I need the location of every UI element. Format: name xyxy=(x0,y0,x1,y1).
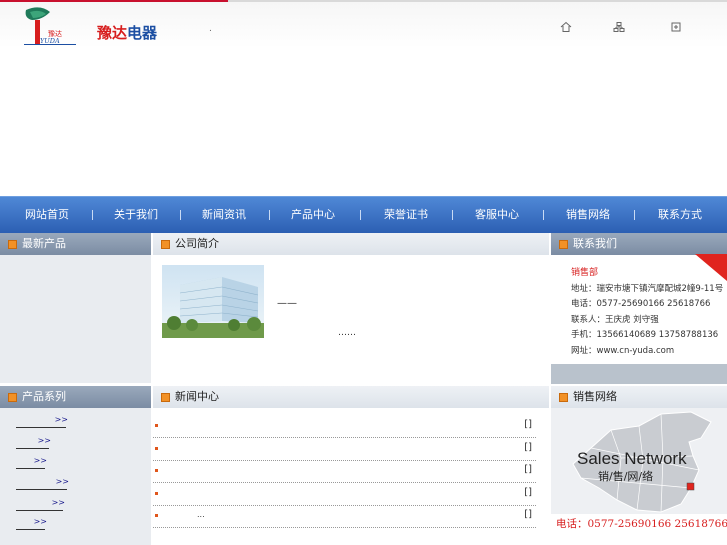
product-link-arrow: >> xyxy=(37,436,51,445)
nav-item-4[interactable]: 荣誉证书 xyxy=(366,197,446,233)
news-row[interactable]: [] xyxy=(153,460,536,483)
home-icon[interactable] xyxy=(560,21,572,33)
bullet-icon xyxy=(8,240,17,249)
contact-info: 销售部 地址：瑞安市塘下镇汽摩配城2幢9-11号 电话：0577-2569016… xyxy=(571,266,727,359)
product-link-arrow: >> xyxy=(51,498,65,507)
product-link-arrow: >> xyxy=(33,456,47,465)
nav-item-7[interactable]: 联系方式 xyxy=(640,197,720,233)
news-bullet-icon xyxy=(155,424,158,427)
product-link-arrow: >> xyxy=(55,477,69,486)
map-title-en: Sales Network xyxy=(577,449,687,468)
contact-us-header: 联系我们 xyxy=(551,233,727,255)
product-series-link[interactable]: >> xyxy=(16,436,51,449)
news-date: [] xyxy=(524,464,532,475)
product-series-link[interactable]: >> xyxy=(16,498,65,511)
contact-address: 地址：瑞安市塘下镇汽摩配城2幢9-11号 xyxy=(571,283,724,294)
latest-products-header: 最新产品 xyxy=(0,233,151,255)
intro-dash: —— xyxy=(277,298,297,309)
nav-item-6[interactable]: 销售网络 xyxy=(548,197,628,233)
product-series-link[interactable]: >> xyxy=(16,415,68,428)
contact-mobile: 手机：13566140689 13758788136 xyxy=(571,330,719,340)
news-row[interactable]: [] xyxy=(153,438,536,461)
favorite-icon[interactable] xyxy=(670,21,682,33)
product-link-arrow: >> xyxy=(33,517,47,526)
bullet-icon xyxy=(161,240,170,249)
nav-separator xyxy=(92,210,93,220)
intro-more[interactable]: …… xyxy=(338,328,356,338)
bullet-icon xyxy=(559,240,568,249)
brand-name: 豫达电器 xyxy=(97,24,158,42)
news-bullet-icon xyxy=(155,446,158,450)
nav-separator xyxy=(180,210,181,220)
sales-network-header: 销售网络 xyxy=(551,386,727,408)
logo[interactable]: 豫达 YUDA xyxy=(18,6,80,48)
map-title-cn: 销/售/网/络 xyxy=(598,470,654,483)
contact-phone: 电话：0577-25690166 25618766 xyxy=(571,299,711,309)
nav-separator xyxy=(269,210,270,220)
company-intro-header: 公司简介 xyxy=(153,233,549,255)
header: 豫达 YUDA 豫达电器 . xyxy=(0,2,727,48)
news-row[interactable]: [] xyxy=(153,483,536,506)
news-bullet-icon xyxy=(155,514,158,517)
nav-item-2[interactable]: 新闻资讯 xyxy=(184,197,264,233)
product-series-link[interactable]: >> xyxy=(16,456,47,469)
sitemap-icon[interactable] xyxy=(613,21,625,33)
news-date: [] xyxy=(524,419,532,430)
product-series-link[interactable]: >> xyxy=(16,477,69,490)
nav-separator xyxy=(452,210,453,220)
news-date: [] xyxy=(524,509,532,520)
bottom-phone: 电话：0577-25690166 25618766 xyxy=(556,518,727,530)
nav-separator xyxy=(360,210,361,220)
nav-separator xyxy=(634,210,635,220)
product-series-link[interactable]: >> xyxy=(16,517,47,530)
nav-item-0[interactable]: 网站首页 xyxy=(7,197,87,233)
bullet-icon xyxy=(161,393,170,402)
news-date: [] xyxy=(524,441,532,453)
contact-site[interactable]: 网址：www.cn-yuda.com xyxy=(571,344,727,360)
news-row[interactable]: [] xyxy=(153,415,536,438)
main-nav: 网站首页 关于我们 新闻资讯 产品中心 荣誉证书 客服中心 销售网络 联系方式 xyxy=(0,196,727,233)
bullet-icon xyxy=(8,393,17,402)
logo-sub: YUDA xyxy=(40,37,60,45)
news-row[interactable]: ... [] xyxy=(153,505,536,528)
product-link-arrow: >> xyxy=(54,415,68,424)
contact-footer-bar xyxy=(551,364,727,384)
header-dot: . xyxy=(209,24,212,34)
product-series-header: 产品系列 xyxy=(0,386,151,408)
nav-separator xyxy=(543,210,544,220)
bullet-icon xyxy=(559,393,568,402)
news-bullet-icon xyxy=(155,491,158,495)
news-bullet-icon xyxy=(155,469,158,472)
news-title[interactable]: ... xyxy=(197,510,205,519)
nav-item-5[interactable]: 客服中心 xyxy=(457,197,537,233)
nav-item-1[interactable]: 关于我们 xyxy=(96,197,176,233)
nav-item-3[interactable]: 产品中心 xyxy=(273,197,353,233)
news-center-header: 新闻中心 xyxy=(153,386,549,408)
latest-products-panel xyxy=(0,255,151,383)
company-building-image[interactable] xyxy=(162,265,264,338)
news-date: [] xyxy=(524,486,532,498)
contact-dept: 销售部 xyxy=(571,268,599,278)
contact-person: 联系人：王庆虎 刘守强 xyxy=(571,314,659,325)
